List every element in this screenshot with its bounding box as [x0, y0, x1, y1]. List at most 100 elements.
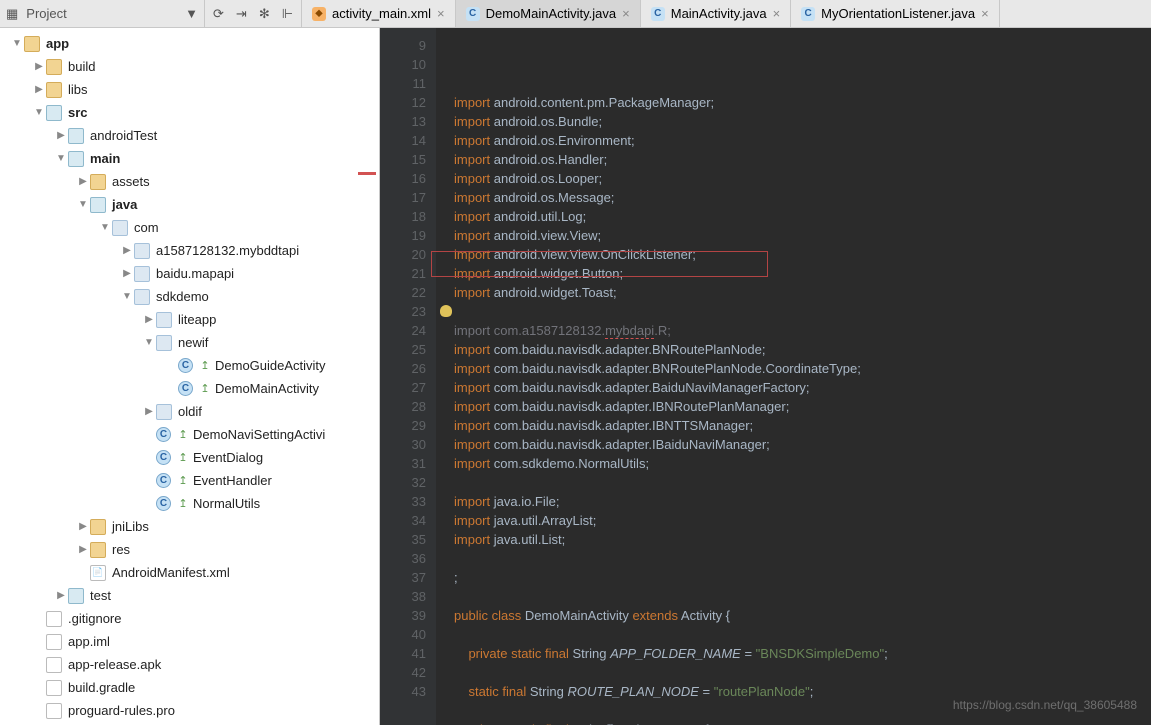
tree-row[interactable]: ▶C↥DemoNaviSettingActivi — [0, 423, 379, 446]
collapse-arrow-icon[interactable]: ▼ — [98, 222, 112, 233]
code-line[interactable]: import android.view.View.OnClickListener… — [454, 245, 1151, 264]
tree-row[interactable]: ▶build — [0, 55, 379, 78]
code-line[interactable]: import android.util.Log; — [454, 207, 1151, 226]
code-line[interactable] — [454, 549, 1151, 568]
tree-row[interactable]: ▶build.gradle — [0, 676, 379, 699]
expand-arrow-icon[interactable]: ▶ — [120, 268, 134, 279]
code-line[interactable]: import com.baidu.navisdk.adapter.IBNRout… — [454, 397, 1151, 416]
collapse-arrow-icon[interactable]: ▼ — [142, 337, 156, 348]
tree-row[interactable]: ▶📄AndroidManifest.xml — [0, 561, 379, 584]
code-line[interactable]: import android.widget.Toast; — [454, 283, 1151, 302]
tree-row[interactable]: ▼java — [0, 193, 379, 216]
tree-row[interactable]: ▶a1587128132.mybddtapi — [0, 239, 379, 262]
tree-label: proguard-rules.pro — [68, 703, 175, 718]
expand-arrow-icon[interactable]: ▶ — [76, 544, 90, 555]
tree-row[interactable]: ▶C↥EventHandler — [0, 469, 379, 492]
expand-arrow-icon[interactable]: ▶ — [54, 590, 68, 601]
collapse-arrow-icon[interactable]: ▼ — [120, 291, 134, 302]
tree-row[interactable]: ▶test — [0, 584, 379, 607]
code-line[interactable]: import android.content.pm.PackageManager… — [454, 93, 1151, 112]
project-tree[interactable]: ▼app▶build▶libs▼src▶androidTest▼main▶ass… — [0, 28, 380, 725]
tree-row[interactable]: ▼app — [0, 32, 379, 55]
expand-arrow-icon[interactable]: ▶ — [32, 61, 46, 72]
code-line[interactable] — [454, 663, 1151, 682]
collapse-arrow-icon[interactable]: ▼ — [76, 199, 90, 210]
code-line[interactable]: import com.baidu.navisdk.adapter.IBNTTSM… — [454, 416, 1151, 435]
expand-arrow-icon[interactable]: ▶ — [76, 176, 90, 187]
tab-close-icon[interactable]: × — [437, 6, 445, 21]
code-line[interactable]: public class DemoMainActivity extends Ac… — [454, 606, 1151, 625]
editor-tab[interactable]: CMyOrientationListener.java× — [791, 0, 1000, 27]
code-line[interactable]: private static final String APP_FOLDER_N… — [454, 644, 1151, 663]
hide-icon[interactable]: ⊩ — [282, 6, 293, 22]
tree-row[interactable]: ▶C↥DemoMainActivity — [0, 377, 379, 400]
code-line[interactable]: import com.sdkdemo.NormalUtils; — [454, 454, 1151, 473]
tree-row[interactable]: ▼com — [0, 216, 379, 239]
tree-row[interactable]: ▼sdkdemo — [0, 285, 379, 308]
tab-close-icon[interactable]: × — [622, 6, 630, 21]
collapse-arrow-icon[interactable]: ▼ — [54, 153, 68, 164]
editor-tab[interactable]: ⬥activity_main.xml× — [302, 0, 456, 27]
tab-close-icon[interactable]: × — [773, 6, 781, 21]
collapse-icon[interactable]: ⇥ — [236, 6, 247, 22]
code-content[interactable]: import android.content.pm.PackageManager… — [436, 28, 1151, 725]
code-line[interactable]: import java.util.List; — [454, 530, 1151, 549]
tab-close-icon[interactable]: × — [981, 6, 989, 21]
code-line[interactable]: import com.a1587128132.mybdapi.R; — [454, 321, 1151, 340]
tree-row[interactable]: ▶androidTest — [0, 124, 379, 147]
settings-icon[interactable]: ✻ — [259, 6, 270, 22]
tree-row[interactable]: ▶res — [0, 538, 379, 561]
code-line[interactable]: import java.io.File; — [454, 492, 1151, 511]
editor-tab[interactable]: CMainActivity.java× — [641, 0, 791, 27]
code-line[interactable]: import android.os.Bundle; — [454, 112, 1151, 131]
tree-row[interactable]: ▶proguard-rules.pro — [0, 699, 379, 722]
tree-row[interactable]: ▼newif — [0, 331, 379, 354]
code-line[interactable] — [454, 625, 1151, 644]
code-editor[interactable]: 9101112131415161718192021222324252627282… — [380, 28, 1151, 725]
code-line[interactable]: private static final String[] authBaseAr… — [454, 720, 1151, 725]
tree-row[interactable]: ▶C↥DemoGuideActivity — [0, 354, 379, 377]
expand-arrow-icon[interactable]: ▶ — [142, 406, 156, 417]
tree-row[interactable]: ▶oldif — [0, 400, 379, 423]
tree-row[interactable]: ▶jniLibs — [0, 515, 379, 538]
code-line[interactable] — [454, 302, 1151, 321]
tree-row[interactable]: ▶app-release.apk — [0, 653, 379, 676]
code-line[interactable]: import com.baidu.navisdk.adapter.BNRoute… — [454, 340, 1151, 359]
expand-arrow-icon[interactable]: ▶ — [120, 245, 134, 256]
tree-row[interactable]: ▼src — [0, 101, 379, 124]
tree-row[interactable]: ▶C↥NormalUtils — [0, 492, 379, 515]
code-line[interactable]: import java.util.ArrayList; — [454, 511, 1151, 530]
line-number: 36 — [380, 549, 426, 568]
sync-icon[interactable]: ⟳ — [213, 6, 224, 22]
code-line[interactable]: import android.os.Looper; — [454, 169, 1151, 188]
expand-arrow-icon: ▶ — [142, 498, 156, 509]
project-toolbar[interactable]: ▦ Project ▼ — [0, 0, 205, 27]
code-line[interactable]: import android.os.Handler; — [454, 150, 1151, 169]
tree-row[interactable]: ▶baidu.mapapi — [0, 262, 379, 285]
expand-arrow-icon[interactable]: ▶ — [54, 130, 68, 141]
code-line[interactable]: import com.baidu.navisdk.adapter.BaiduNa… — [454, 378, 1151, 397]
tree-row[interactable]: ▶libs — [0, 78, 379, 101]
code-line[interactable]: import android.os.Environment; — [454, 131, 1151, 150]
tree-row[interactable]: ▶C↥EventDialog — [0, 446, 379, 469]
code-line[interactable] — [454, 587, 1151, 606]
editor-tab[interactable]: CDemoMainActivity.java× — [456, 0, 641, 27]
project-dropdown-arrow[interactable]: ▼ — [185, 6, 198, 21]
expand-arrow-icon[interactable]: ▶ — [142, 314, 156, 325]
tree-row[interactable]: ▶app.iml — [0, 630, 379, 653]
code-line[interactable]: ; — [454, 568, 1151, 587]
expand-arrow-icon[interactable]: ▶ — [76, 521, 90, 532]
tree-row[interactable]: ▼main — [0, 147, 379, 170]
tree-row[interactable]: ▶.gitignore — [0, 607, 379, 630]
code-line[interactable]: import com.baidu.navisdk.adapter.IBaiduN… — [454, 435, 1151, 454]
tree-row[interactable]: ▶assets — [0, 170, 379, 193]
code-line[interactable] — [454, 473, 1151, 492]
code-line[interactable]: import android.view.View; — [454, 226, 1151, 245]
code-line[interactable]: import android.os.Message; — [454, 188, 1151, 207]
collapse-arrow-icon[interactable]: ▼ — [32, 107, 46, 118]
code-line[interactable]: import com.baidu.navisdk.adapter.BNRoute… — [454, 359, 1151, 378]
expand-arrow-icon[interactable]: ▶ — [32, 84, 46, 95]
code-line[interactable]: import android.widget.Button; — [454, 264, 1151, 283]
tree-row[interactable]: ▶liteapp — [0, 308, 379, 331]
collapse-arrow-icon[interactable]: ▼ — [10, 38, 24, 49]
